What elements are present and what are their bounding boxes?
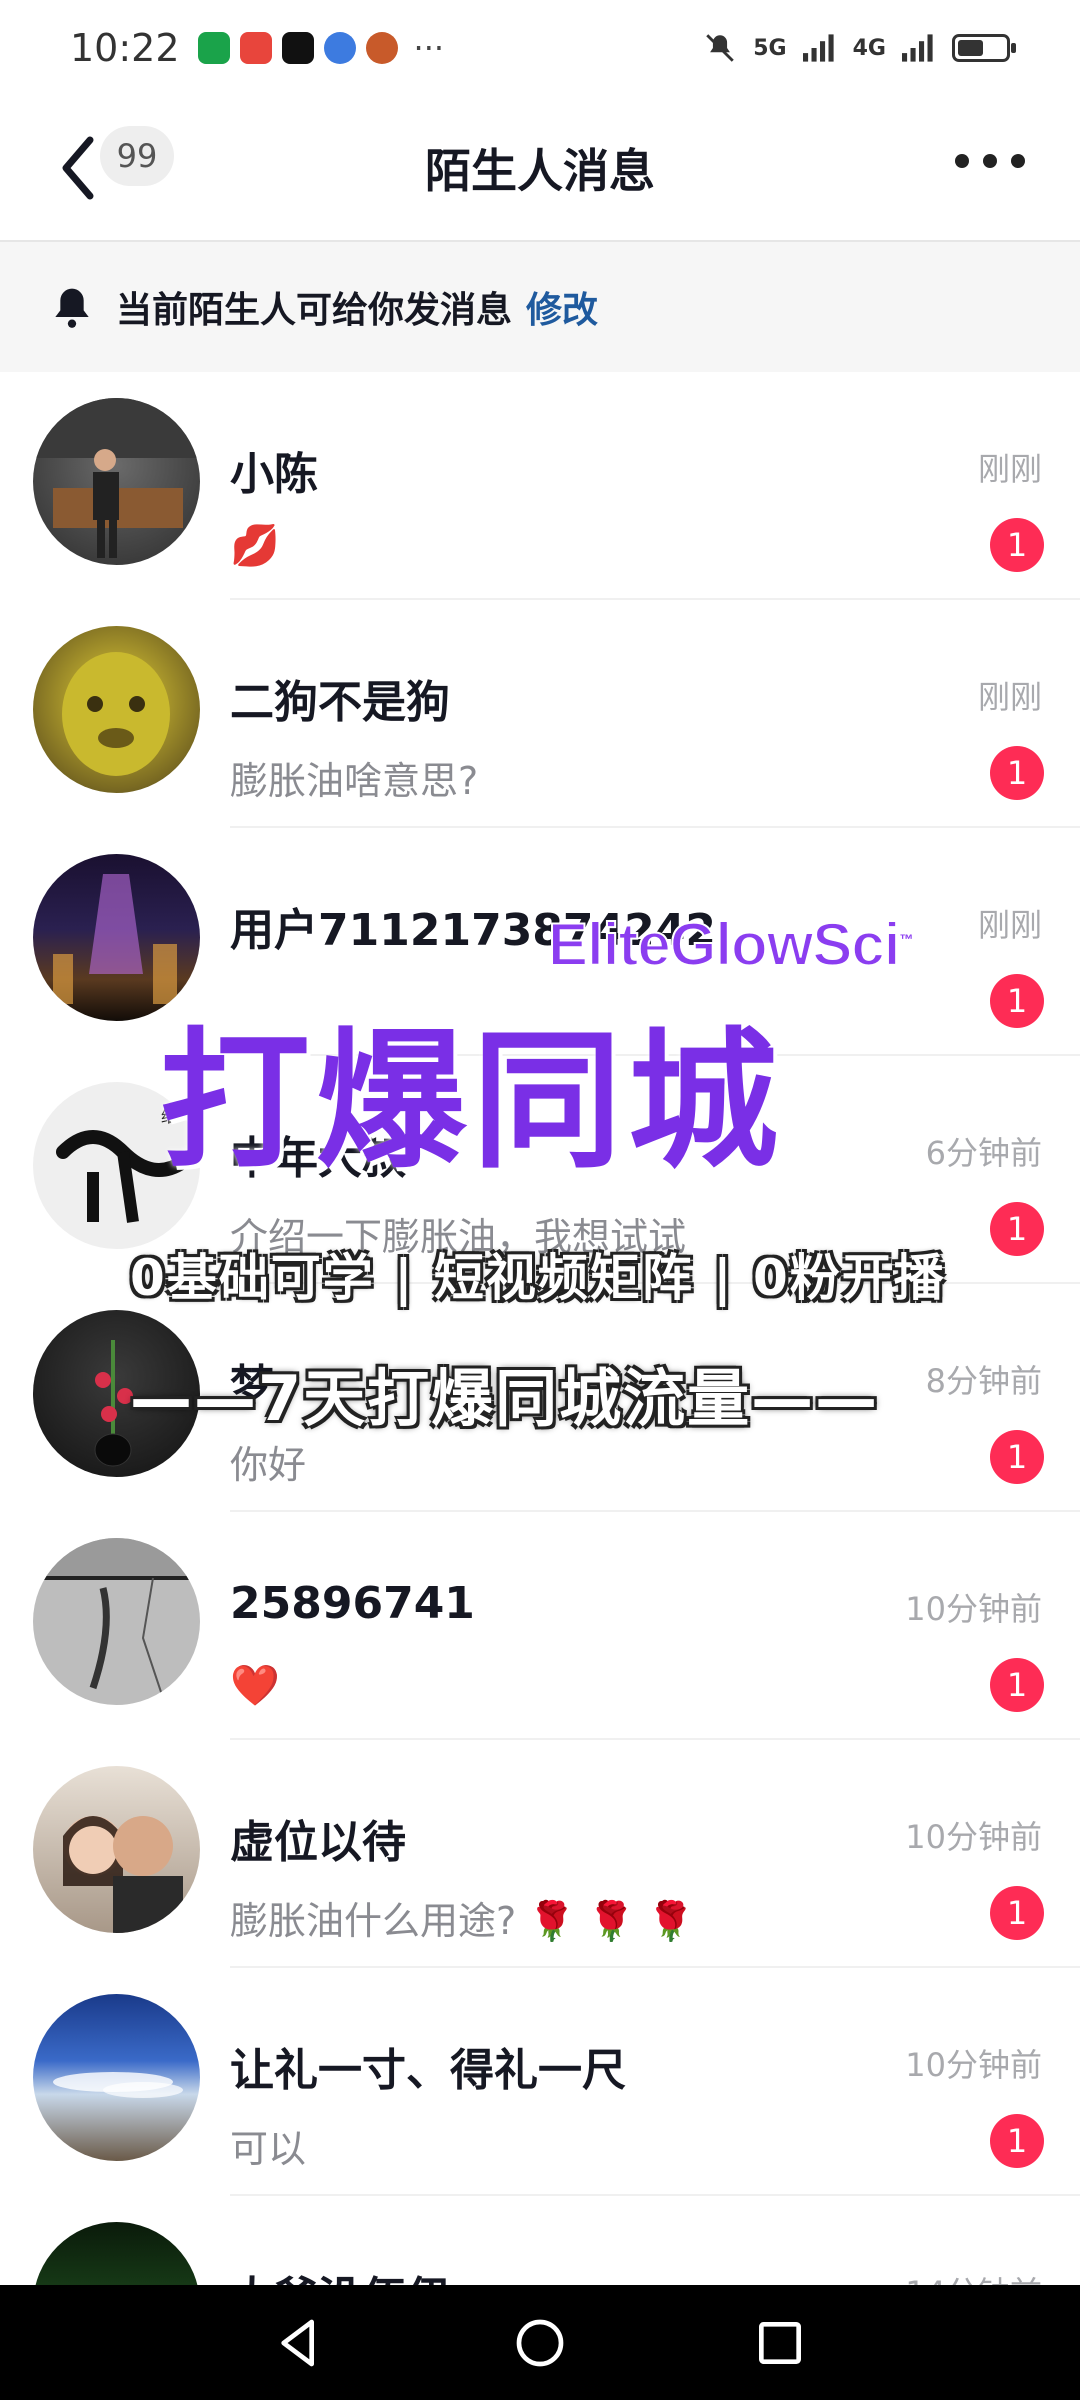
- dot-icon: [1011, 154, 1025, 168]
- carrier-icon: [197, 32, 230, 64]
- signal-5g-icon: 5G: [753, 35, 787, 61]
- conversation-name: 虚位以待: [230, 1817, 406, 1868]
- conversation-time: 刚刚: [977, 906, 1042, 944]
- conversation-row[interactable]: 梦 你好 8分钟前 1: [0, 1284, 1080, 1512]
- conversation-preview: 膨胀油啥意思?: [230, 759, 479, 803]
- recents-square-icon[interactable]: [752, 2315, 808, 2371]
- conversation-preview: 可以: [230, 2127, 307, 2171]
- browser-icon: [323, 32, 356, 64]
- conversation-time: 8分钟前: [925, 1362, 1042, 1400]
- stranger-message-notice: 当前陌生人可给你发消息 修改: [0, 242, 1080, 372]
- avatar: [33, 626, 200, 793]
- chevron-left-icon: [62, 136, 94, 200]
- unread-badge: 1: [990, 1430, 1044, 1484]
- avatar: [33, 1538, 200, 1705]
- svg-text:给: 给: [161, 1107, 177, 1126]
- conversation-time: 6分钟前: [925, 1134, 1042, 1172]
- conversation-row[interactable]: 二狗不是狗 膨胀油啥意思? 刚刚 1: [0, 600, 1080, 828]
- unread-badge: 1: [990, 1658, 1044, 1712]
- conversation-time: 刚刚: [977, 450, 1042, 488]
- conversation-row[interactable]: 小陈 💋 刚刚 1: [0, 372, 1080, 600]
- home-circle-icon[interactable]: [512, 2315, 568, 2371]
- signal-4g-icon: 4G: [852, 35, 886, 61]
- signal-bars-icon: [802, 34, 834, 62]
- conversation-time: 10分钟前: [905, 1590, 1042, 1628]
- system-nav-bar: [0, 2285, 1080, 2400]
- back-triangle-icon[interactable]: [272, 2315, 328, 2371]
- conversation-time: 10分钟前: [905, 2046, 1042, 2084]
- unread-badge: 1: [990, 746, 1044, 800]
- conversation-name: 中年大叔: [230, 1133, 406, 1184]
- unread-badge: 1: [990, 1202, 1044, 1256]
- avatar: [33, 398, 200, 565]
- conversation-preview: 你好: [230, 1443, 307, 1487]
- conversation-time: 刚刚: [977, 678, 1042, 716]
- conversation-preview: ❤️: [230, 1663, 280, 1709]
- conversation-name: 让礼一寸、得礼一尺: [230, 2045, 626, 2096]
- conversation-preview: 介绍一下膨胀油，我想试试: [230, 1215, 687, 1259]
- more-notifications-icon: ···: [413, 29, 445, 67]
- conversation-row[interactable]: 虚位以待 膨胀油什么用途? 🌹 🌹 🌹 10分钟前 1: [0, 1740, 1080, 1968]
- unread-badge: 1: [990, 1886, 1044, 1940]
- conversation-name: 用户7112173874242: [230, 905, 716, 956]
- page-header: 99 陌生人消息: [0, 96, 1080, 242]
- conversation-row[interactable]: 给 中年大叔 介绍一下膨胀油，我想试试 6分钟前 1: [0, 1056, 1080, 1284]
- app-notification-icon: [239, 32, 272, 64]
- avatar: [33, 854, 200, 1021]
- conversation-preview: 膨胀油什么用途? 🌹 🌹 🌹: [230, 1899, 695, 1943]
- avatar: [33, 1994, 200, 2161]
- avatar: 给: [33, 1082, 200, 1249]
- avatar: [33, 1310, 200, 1477]
- back-button[interactable]: [50, 128, 110, 208]
- conversation-time: 10分钟前: [905, 1818, 1042, 1856]
- unread-badge: 1: [990, 518, 1044, 572]
- conversation-name: 二狗不是狗: [230, 677, 450, 728]
- status-bar: 10:22 ··· 5G 4G: [0, 0, 1080, 96]
- conversation-row[interactable]: 用户7112173874242 刚刚 1: [0, 828, 1080, 1056]
- notice-text: 当前陌生人可给你发消息: [116, 290, 513, 331]
- conversation-name: 小陈: [230, 449, 318, 500]
- modify-link[interactable]: 修改: [526, 281, 598, 333]
- conversation-row[interactable]: 25896741 ❤️ 10分钟前 1: [0, 1512, 1080, 1740]
- status-time: 10:22: [70, 26, 180, 70]
- signal-bars-icon-2: [902, 34, 933, 62]
- conversation-name: 25896741: [230, 1578, 475, 1629]
- mute-bell-icon: [706, 34, 735, 62]
- conversation-list: 小陈 💋 刚刚 1 二狗不是狗 膨胀油啥意思? 刚刚 1 用户711217387…: [0, 372, 1080, 2400]
- unread-count-badge[interactable]: 99: [100, 126, 174, 186]
- unread-badge: 1: [990, 2114, 1044, 2168]
- avatar: [33, 1766, 200, 1933]
- conversation-row[interactable]: 让礼一寸、得礼一尺 可以 10分钟前 1: [0, 1968, 1080, 2196]
- notification-icons: ···: [197, 29, 445, 67]
- tiktok-icon: [281, 32, 314, 64]
- conversation-name: 梦: [230, 1361, 274, 1412]
- conversation-preview: 💋: [230, 523, 280, 569]
- dot-icon: [983, 154, 997, 168]
- app-avatar-icon: [365, 32, 398, 64]
- dot-icon: [955, 154, 969, 168]
- unread-badge: 1: [990, 974, 1044, 1028]
- bell-icon: [55, 288, 89, 328]
- battery-icon: [952, 34, 1016, 62]
- more-options-button[interactable]: [955, 146, 1025, 176]
